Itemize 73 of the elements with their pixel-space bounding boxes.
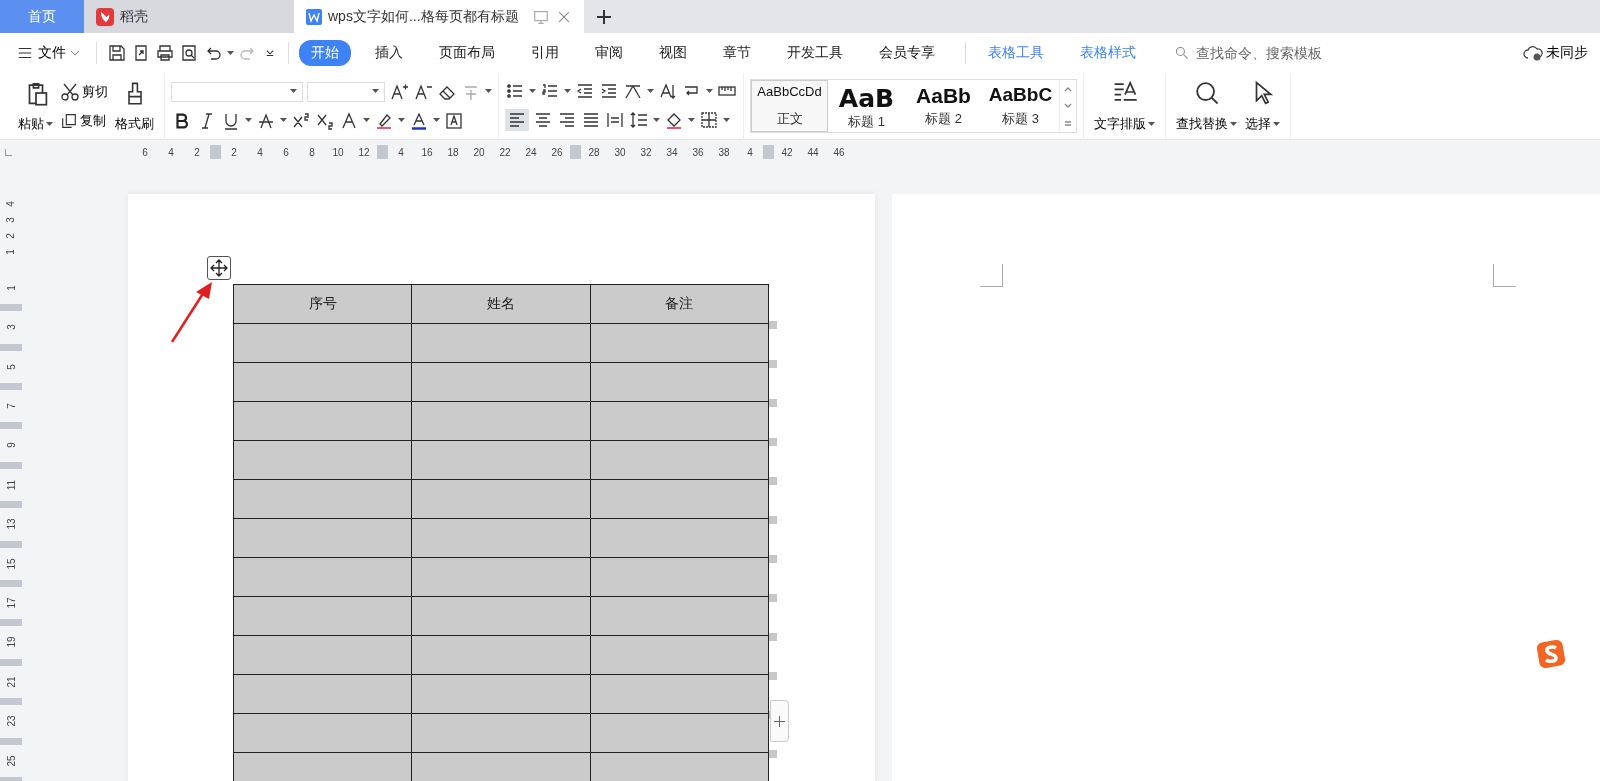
ruler-number: 2 xyxy=(4,232,18,241)
ruler-number: 36 xyxy=(691,146,705,158)
ruler-number: 4 xyxy=(746,146,754,158)
table-header-cell: 姓名 xyxy=(411,284,591,324)
ruler-number: 21 xyxy=(4,676,18,688)
ruler-number: 15 xyxy=(4,558,18,570)
ruler-number: 42 xyxy=(780,146,794,158)
document-tab[interactable]: 稻壳 xyxy=(84,0,294,33)
copy-button[interactable]: 复制 xyxy=(57,111,111,131)
ribbon-tab[interactable]: 页面布局 xyxy=(427,40,507,66)
ruler-number: 28 xyxy=(587,146,601,158)
ruler-number: 16 xyxy=(420,146,434,158)
ruler-number: 13 xyxy=(4,518,18,530)
ruler-number: 11 xyxy=(4,479,18,491)
ruler-number: 12 xyxy=(357,146,371,158)
ribbon-tab[interactable]: 开始 xyxy=(299,40,351,66)
ruler-number: 10 xyxy=(331,146,345,158)
ruler-number: 1 xyxy=(4,285,18,291)
document-tab[interactable]: wps文字如何...格每页都有标题 xyxy=(294,0,584,33)
table-header-cell: 备注 xyxy=(590,284,769,324)
ruler-number: 19 xyxy=(4,636,18,648)
ribbon-tab[interactable]: 表格工具 xyxy=(976,40,1056,66)
ruler-number: 7 xyxy=(4,403,18,409)
ruler-number: 4 xyxy=(397,146,405,158)
ribbon-tab[interactable]: 引用 xyxy=(519,40,571,66)
ruler-number: 1 xyxy=(4,248,18,257)
ruler-number: 5 xyxy=(4,363,18,370)
ruler-number: 30 xyxy=(613,146,627,158)
ribbon-tab[interactable]: 表格样式 xyxy=(1068,40,1148,66)
select-button[interactable]: 选择 xyxy=(1241,77,1284,135)
ruler-number: 2 xyxy=(230,146,238,158)
ruler-number: 22 xyxy=(498,146,512,158)
ruler-number: 32 xyxy=(639,146,653,158)
ruler-number: 46 xyxy=(832,146,846,158)
find-replace-button[interactable]: 查找替换 xyxy=(1172,77,1241,135)
ruler-number: 26 xyxy=(550,146,564,158)
file-menu[interactable]: 文件 xyxy=(38,44,86,62)
ruler-number: 3 xyxy=(4,216,18,225)
ruler-number: 34 xyxy=(665,146,679,158)
ruler-number: 38 xyxy=(717,146,731,158)
command-search-field[interactable]: 查找命令、搜索模板 xyxy=(1174,44,1358,62)
ribbon-tab[interactable]: 视图 xyxy=(647,40,699,66)
ruler-number: 6 xyxy=(141,146,149,158)
ribbon-tab[interactable]: 章节 xyxy=(711,40,763,66)
ruler-number: 24 xyxy=(524,146,538,158)
ruler-number: 6 xyxy=(282,146,290,158)
ribbon-tab[interactable]: 开发工具 xyxy=(775,40,855,66)
style-preset[interactable]: AaB 标题 1 xyxy=(828,80,905,132)
ruler-number: 3 xyxy=(4,324,18,331)
ribbon-tab[interactable]: 审阅 xyxy=(583,40,635,66)
paste-button[interactable]: 粘贴 xyxy=(14,77,57,135)
ruler-number: 4 xyxy=(4,200,18,209)
style-preset[interactable]: AaBbCcDd 正文 xyxy=(751,80,828,132)
text-layout-button[interactable]: 文字排版 xyxy=(1090,77,1159,135)
ruler-number: 17 xyxy=(4,597,18,609)
ruler-number: 18 xyxy=(446,146,460,158)
ruler-number: 4 xyxy=(256,146,264,158)
ruler-number: 9 xyxy=(4,442,18,449)
format-painter-button[interactable]: 格式刷 xyxy=(111,77,158,135)
style-preset[interactable]: AaBb 标题 2 xyxy=(905,80,982,132)
ruler-number: 8 xyxy=(308,146,316,158)
ruler-number: 44 xyxy=(806,146,820,158)
style-preset[interactable]: AaBbC 标题 3 xyxy=(982,80,1059,132)
ribbon-tab[interactable]: 会员专享 xyxy=(867,40,947,66)
ruler-number: 2 xyxy=(193,146,201,158)
cut-button[interactable]: 剪切 xyxy=(57,81,111,103)
ruler-number: 25 xyxy=(4,755,18,767)
ribbon-tab[interactable]: 插入 xyxy=(363,40,415,66)
table-header-cell: 序号 xyxy=(233,284,412,324)
ruler-number: 4 xyxy=(167,146,175,158)
ruler-number: 23 xyxy=(4,715,18,727)
sync-status-button[interactable]: 未同步 xyxy=(1523,44,1600,62)
ruler-number: 20 xyxy=(472,146,486,158)
